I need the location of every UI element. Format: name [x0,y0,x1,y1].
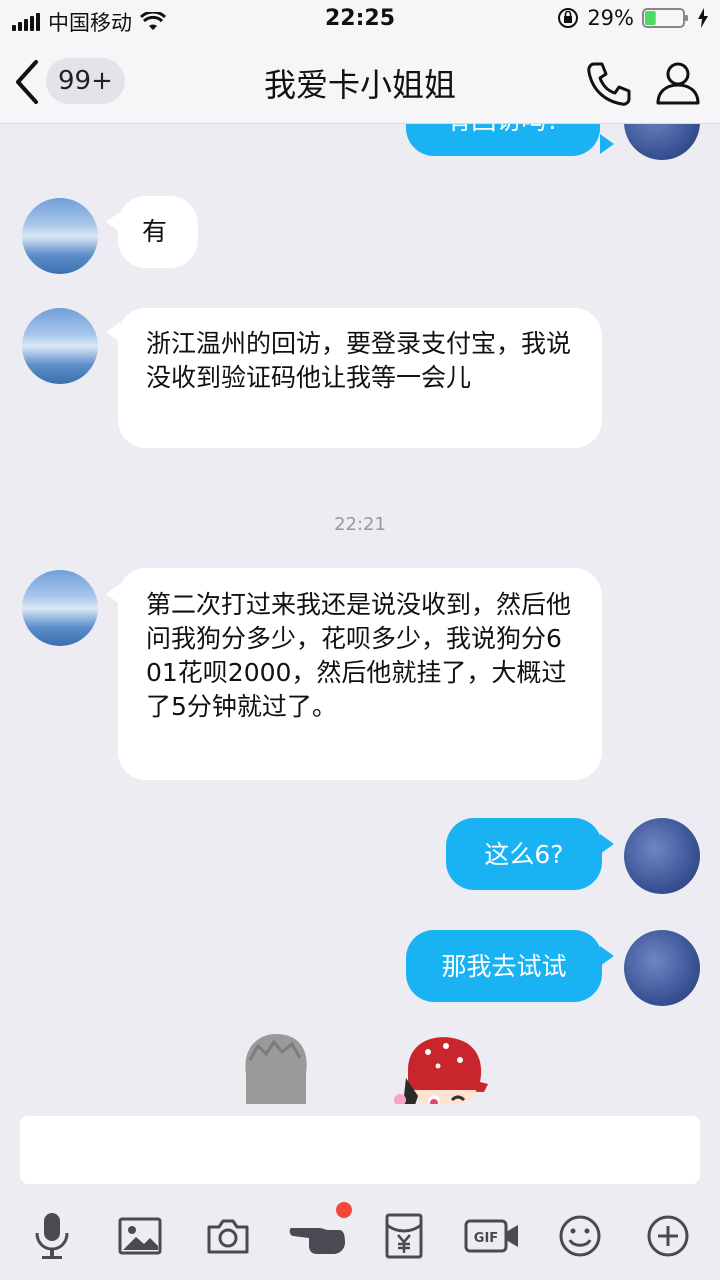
emoji-icon[interactable] [550,1206,610,1266]
composer-toolbar: GIF [0,1200,720,1270]
phone-icon[interactable] [582,58,634,110]
person-icon[interactable] [652,56,704,108]
message-bubble[interactable]: 这么6? [446,818,602,890]
image-icon[interactable] [110,1206,170,1266]
charging-icon [698,8,708,28]
unread-count-badge[interactable]: 99+ [46,58,125,104]
contact-avatar[interactable] [22,308,98,384]
chat-header: 99+ 我爱卡小姐姐 [0,40,720,124]
sticker-row [0,1030,720,1114]
notification-dot [336,1202,352,1218]
message-list[interactable]: 有回访吗? 有 浙江温州的回访，要登录支付宝，我说没收到验证码他让我等一会儿 2… [0,124,720,1114]
poke-icon[interactable] [286,1202,352,1266]
cartoon-boy-sticker[interactable] [388,1030,492,1114]
battery-icon [642,8,688,28]
message-bubble[interactable]: 浙江温州的回访，要登录支付宝，我说没收到验证码他让我等一会儿 [118,308,602,448]
camera-icon[interactable] [198,1206,258,1266]
message-input[interactable] [20,1116,700,1184]
status-bar: 中国移动 22:25 29% [0,0,720,40]
composer: GIF [0,1104,720,1280]
chevron-left-icon[interactable] [10,58,44,106]
plus-icon[interactable] [638,1206,698,1266]
message-bubble[interactable]: 有回访吗? [406,124,600,156]
microphone-icon[interactable] [22,1206,82,1266]
message-bubble[interactable]: 有 [118,196,198,268]
message-timestamp: 22:21 [334,514,386,535]
my-avatar[interactable] [624,930,700,1006]
chat-title: 我爱卡小姐姐 [263,66,456,104]
contact-avatar[interactable] [22,198,98,274]
gif-icon[interactable]: GIF [460,1206,524,1266]
svg-text:GIF: GIF [474,1231,498,1246]
message-bubble[interactable]: 第二次打过来我还是说没收到，然后他问我狗分多少，花呗多少，我说狗分601花呗20… [118,568,602,780]
gray-person-sticker[interactable] [236,1030,316,1114]
battery-percent: 29% [587,6,634,30]
my-avatar[interactable] [624,818,700,894]
red-packet-icon[interactable] [374,1206,434,1266]
orientation-lock-icon [558,8,579,28]
message-bubble[interactable]: 那我去试试 [406,930,602,1002]
my-avatar[interactable] [624,124,700,160]
contact-avatar[interactable] [22,570,98,646]
